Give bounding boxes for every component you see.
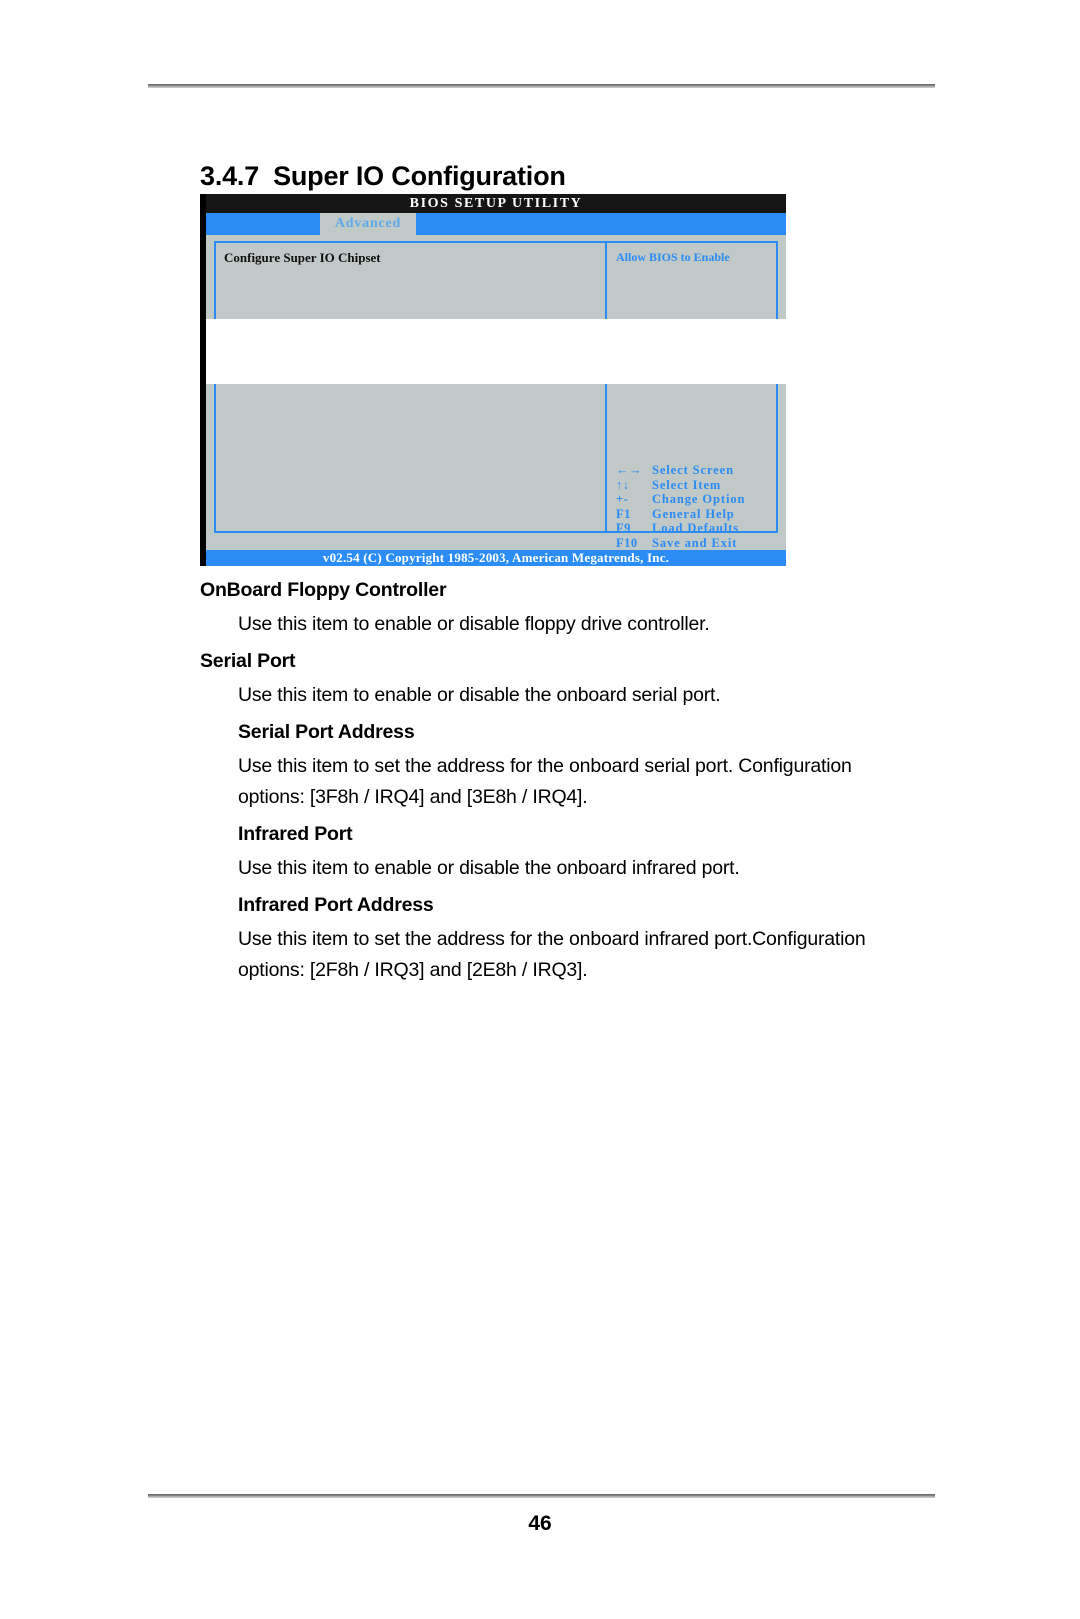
page-title: 3.4.7 Super IO Configuration <box>200 161 566 192</box>
legend-key: ↑↓ <box>616 477 630 492</box>
scan-blank-band <box>206 319 786 384</box>
setting-description-line: options: [3F8h / IRQ4] and [3E8h / IRQ4]… <box>238 786 588 808</box>
bios-body: Configure Super IO Chipset Allow BIOS to… <box>206 235 786 565</box>
bios-copyright-bar: v02.54 (C) Copyright 1985-2003, American… <box>206 550 786 566</box>
section-title: Super IO Configuration <box>273 161 566 192</box>
bios-settings-column: Configure Super IO Chipset <box>224 249 600 267</box>
setting-entry: Infrared Port Address Use this item to s… <box>200 890 942 986</box>
page-number: 46 <box>528 1512 552 1535</box>
setting-title: Infrared Port Address <box>238 894 434 916</box>
legend-key: ←→ <box>616 463 642 477</box>
legend-row: F10 Save and Exit <box>616 536 776 551</box>
setting-description-line: Use this item to enable or disable the o… <box>238 684 721 706</box>
settings-descriptions: OnBoard Floppy Controller Use this item … <box>200 575 942 992</box>
bios-screenshot: BIOS SETUP UTILITY Advanced Configure Su… <box>200 194 786 566</box>
setting-description-line: Use this item to enable or disable the o… <box>238 857 740 879</box>
setting-description: Use this item to enable or disable the o… <box>238 680 942 711</box>
legend-row: F1 General Help <box>616 507 776 522</box>
bios-left-heading: Configure Super IO Chipset <box>224 250 381 265</box>
legend-key: F1 <box>616 506 631 521</box>
legend-key: +- <box>616 492 629 507</box>
setting-description: Use this item to enable or disable the o… <box>238 853 942 884</box>
setting-title: Serial Port <box>200 650 296 672</box>
bios-help-column: Allow BIOS to Enable <box>616 249 770 265</box>
legend-action: General Help <box>652 506 735 521</box>
legend-row: F9 Load Defaults <box>616 521 776 536</box>
legend-key: F10 <box>616 535 638 550</box>
setting-entry: Infrared Port Use this item to enable or… <box>200 819 942 884</box>
legend-row: ↑↓ Select Item <box>616 478 776 493</box>
setting-description-line: Use this item to enable or disable flopp… <box>238 613 710 635</box>
header-rule <box>148 84 935 88</box>
legend-action: Select Screen <box>652 463 734 477</box>
legend-action: Load Defaults <box>652 521 740 536</box>
legend-action: Save and Exit <box>652 535 738 550</box>
setting-title: Infrared Port <box>238 823 353 845</box>
setting-description: Use this item to set the address for the… <box>238 751 942 813</box>
bios-column-divider <box>605 241 607 533</box>
setting-description-line: Use this item to set the address for the… <box>238 928 866 950</box>
setting-title: Serial Port Address <box>238 721 415 743</box>
setting-description: Use this item to set the address for the… <box>238 924 942 986</box>
bios-title-bar: BIOS SETUP UTILITY <box>206 194 786 213</box>
setting-description-line: Use this item to set the address for the… <box>238 755 852 777</box>
legend-action: Change Option <box>652 492 746 507</box>
section-number: 3.4.7 <box>200 161 260 192</box>
bios-help-message: Allow BIOS to Enable <box>616 250 730 264</box>
bios-screen: BIOS SETUP UTILITY Advanced Configure Su… <box>206 194 786 566</box>
footer-rule <box>148 1494 935 1498</box>
setting-title: OnBoard Floppy Controller <box>200 579 447 601</box>
bios-menu-bar: Advanced <box>206 213 786 235</box>
tab-advanced[interactable]: Advanced <box>320 213 416 235</box>
legend-row: ←→ Select Screen <box>616 463 776 478</box>
legend-action: Select Item <box>652 477 722 492</box>
legend-row: +- Change Option <box>616 492 776 507</box>
setting-entry: Serial Port Use this item to enable or d… <box>200 646 942 711</box>
setting-entry: OnBoard Floppy Controller Use this item … <box>200 575 942 640</box>
legend-key: F9 <box>616 521 631 536</box>
setting-entry: Serial Port Address Use this item to set… <box>200 717 942 813</box>
setting-description-line: options: [2F8h / IRQ3] and [2E8h / IRQ3]… <box>238 959 588 981</box>
setting-description: Use this item to enable or disable flopp… <box>238 609 942 640</box>
document-page: 3.4.7 Super IO Configuration BIOS SETUP U… <box>0 0 1080 1619</box>
